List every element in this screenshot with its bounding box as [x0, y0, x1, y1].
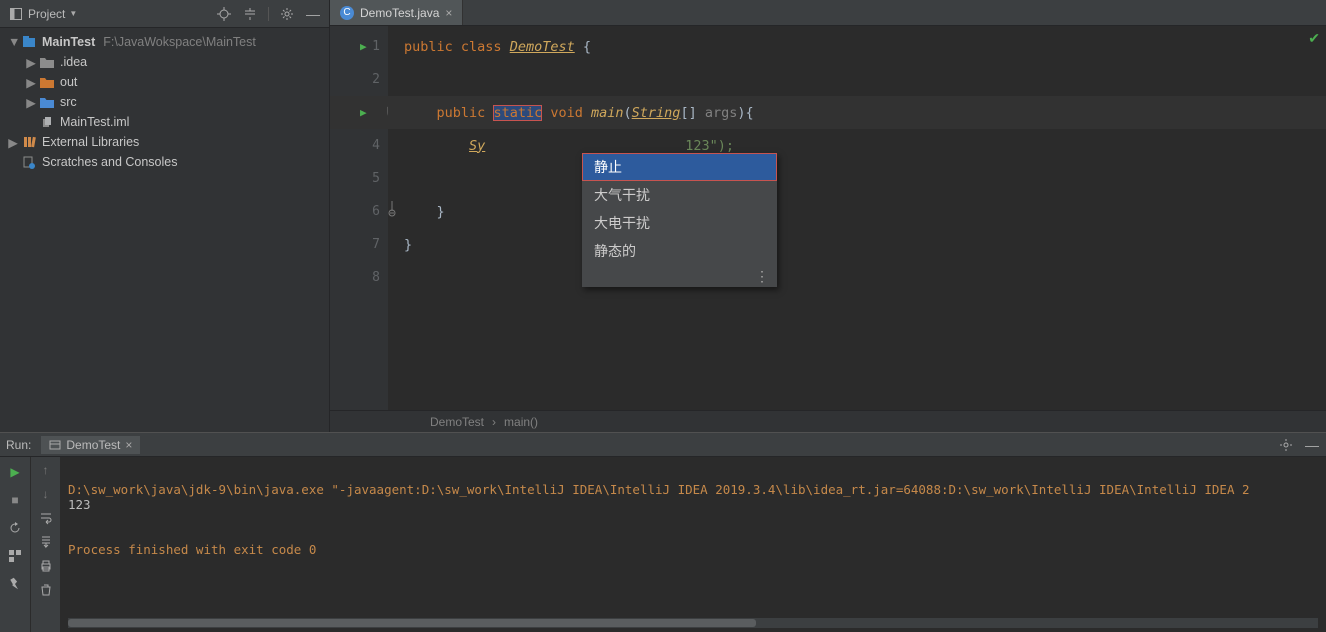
completion-item[interactable]: 静止: [582, 153, 777, 181]
run-config-icon: [49, 439, 61, 451]
console-line: Process finished with exit code 0: [68, 542, 316, 557]
collapse-all-icon[interactable]: [242, 6, 258, 22]
editor-tab-label: DemoTest.java: [360, 6, 439, 20]
run-tab-label: DemoTest: [66, 438, 120, 452]
run-line-icon[interactable]: ▶: [360, 40, 367, 53]
gear-icon[interactable]: [1278, 437, 1294, 453]
run-toolbar-secondary: ↑ ↓: [30, 457, 60, 632]
run-line-icon[interactable]: ▶: [360, 106, 367, 119]
folder-icon: [40, 96, 56, 108]
completion-item[interactable]: 静态的: [582, 237, 777, 265]
down-icon[interactable]: ↓: [43, 487, 49, 501]
horizontal-scrollbar[interactable]: [68, 618, 1318, 628]
tree-item-src[interactable]: ▶ src: [0, 92, 329, 112]
editor-tab-demotest[interactable]: C DemoTest.java ×: [330, 0, 463, 25]
project-title-label: Project: [28, 7, 65, 21]
tree-external-libs[interactable]: ▶ External Libraries: [0, 132, 329, 152]
tree-item-iml[interactable]: MainTest.iml: [0, 112, 329, 132]
layout-icon[interactable]: [6, 547, 24, 565]
editor-gutter: ▶1 2 ▶ 4 5 6: [330, 26, 388, 410]
chevron-right-icon: ▶: [26, 95, 36, 110]
run-tab-demotest[interactable]: DemoTest ×: [41, 436, 140, 454]
stop-icon[interactable]: ■: [6, 491, 24, 509]
close-icon[interactable]: ×: [445, 6, 452, 20]
pin-icon[interactable]: [6, 575, 24, 593]
breadcrumb-item[interactable]: main(): [504, 415, 538, 429]
completion-item[interactable]: 大气干扰: [582, 181, 777, 209]
chevron-right-icon: ▶: [8, 135, 18, 150]
chevron-down-icon[interactable]: ▼: [69, 9, 77, 18]
restart-icon[interactable]: [6, 519, 24, 537]
project-header: Project ▼ —: [0, 0, 329, 28]
console-line: 123: [68, 497, 91, 512]
scratches-icon: [22, 155, 38, 169]
breadcrumb: DemoTest › main(): [330, 410, 1326, 432]
chevron-right-icon: ▶: [26, 75, 36, 90]
more-icon[interactable]: ⋮: [755, 268, 769, 285]
project-tree: ▼ MainTest F:\JavaWokspace\MainTest ▶ .i…: [0, 28, 329, 172]
java-class-icon: C: [340, 6, 354, 20]
chevron-right-icon: ▶: [26, 55, 36, 70]
tree-item-idea[interactable]: ▶ .idea: [0, 52, 329, 72]
chevron-right-icon: ›: [492, 415, 496, 429]
folder-icon: [40, 76, 56, 88]
delete-icon[interactable]: [39, 583, 53, 597]
module-icon: [22, 35, 38, 49]
editor-tabs: C DemoTest.java ×: [330, 0, 1326, 26]
iml-file-icon: [40, 115, 56, 129]
hide-icon[interactable]: —: [1304, 437, 1320, 453]
scroll-to-end-icon[interactable]: [39, 535, 53, 549]
rerun-icon[interactable]: ▶: [6, 463, 24, 481]
editor-body[interactable]: ✔ ▶1 2 ▶ 4 5: [330, 26, 1326, 410]
console-output[interactable]: D:\sw_work\java\jdk-9\bin\java.exe "-jav…: [60, 457, 1326, 632]
up-icon[interactable]: ↑: [43, 463, 49, 477]
run-panel: Run: DemoTest × — ▶ ■: [0, 432, 1326, 632]
run-header: Run: DemoTest × —: [0, 433, 1326, 457]
tree-root[interactable]: ▼ MainTest F:\JavaWokspace\MainTest: [0, 32, 329, 52]
breadcrumb-item[interactable]: DemoTest: [430, 415, 484, 429]
tree-item-out[interactable]: ▶ out: [0, 72, 329, 92]
tree-scratches[interactable]: Scratches and Consoles: [0, 152, 329, 172]
code-content[interactable]: public class DemoTest { public static vo…: [388, 26, 1326, 410]
hide-icon[interactable]: —: [305, 6, 321, 22]
completion-item[interactable]: 大电干扰: [582, 209, 777, 237]
libraries-icon: [22, 135, 38, 149]
chevron-down-icon: ▼: [8, 35, 18, 49]
gear-icon[interactable]: [279, 6, 295, 22]
run-toolbar-left: ▶ ■: [0, 457, 30, 632]
run-title-label: Run:: [6, 438, 31, 452]
soft-wrap-icon[interactable]: [39, 511, 53, 525]
locate-icon[interactable]: [216, 6, 232, 22]
folder-icon: [40, 56, 56, 68]
close-icon[interactable]: ×: [125, 438, 132, 452]
project-view-icon[interactable]: [8, 6, 24, 22]
console-line: D:\sw_work\java\jdk-9\bin\java.exe "-jav…: [68, 482, 1250, 497]
editor-area: C DemoTest.java × ✔ ▶1 2 ▶: [330, 0, 1326, 432]
print-icon[interactable]: [39, 559, 53, 573]
completion-popup: 静止 大气干扰 大电干扰 静态的 ⋮: [582, 153, 777, 287]
project-sidebar: Project ▼ — ▼: [0, 0, 330, 432]
